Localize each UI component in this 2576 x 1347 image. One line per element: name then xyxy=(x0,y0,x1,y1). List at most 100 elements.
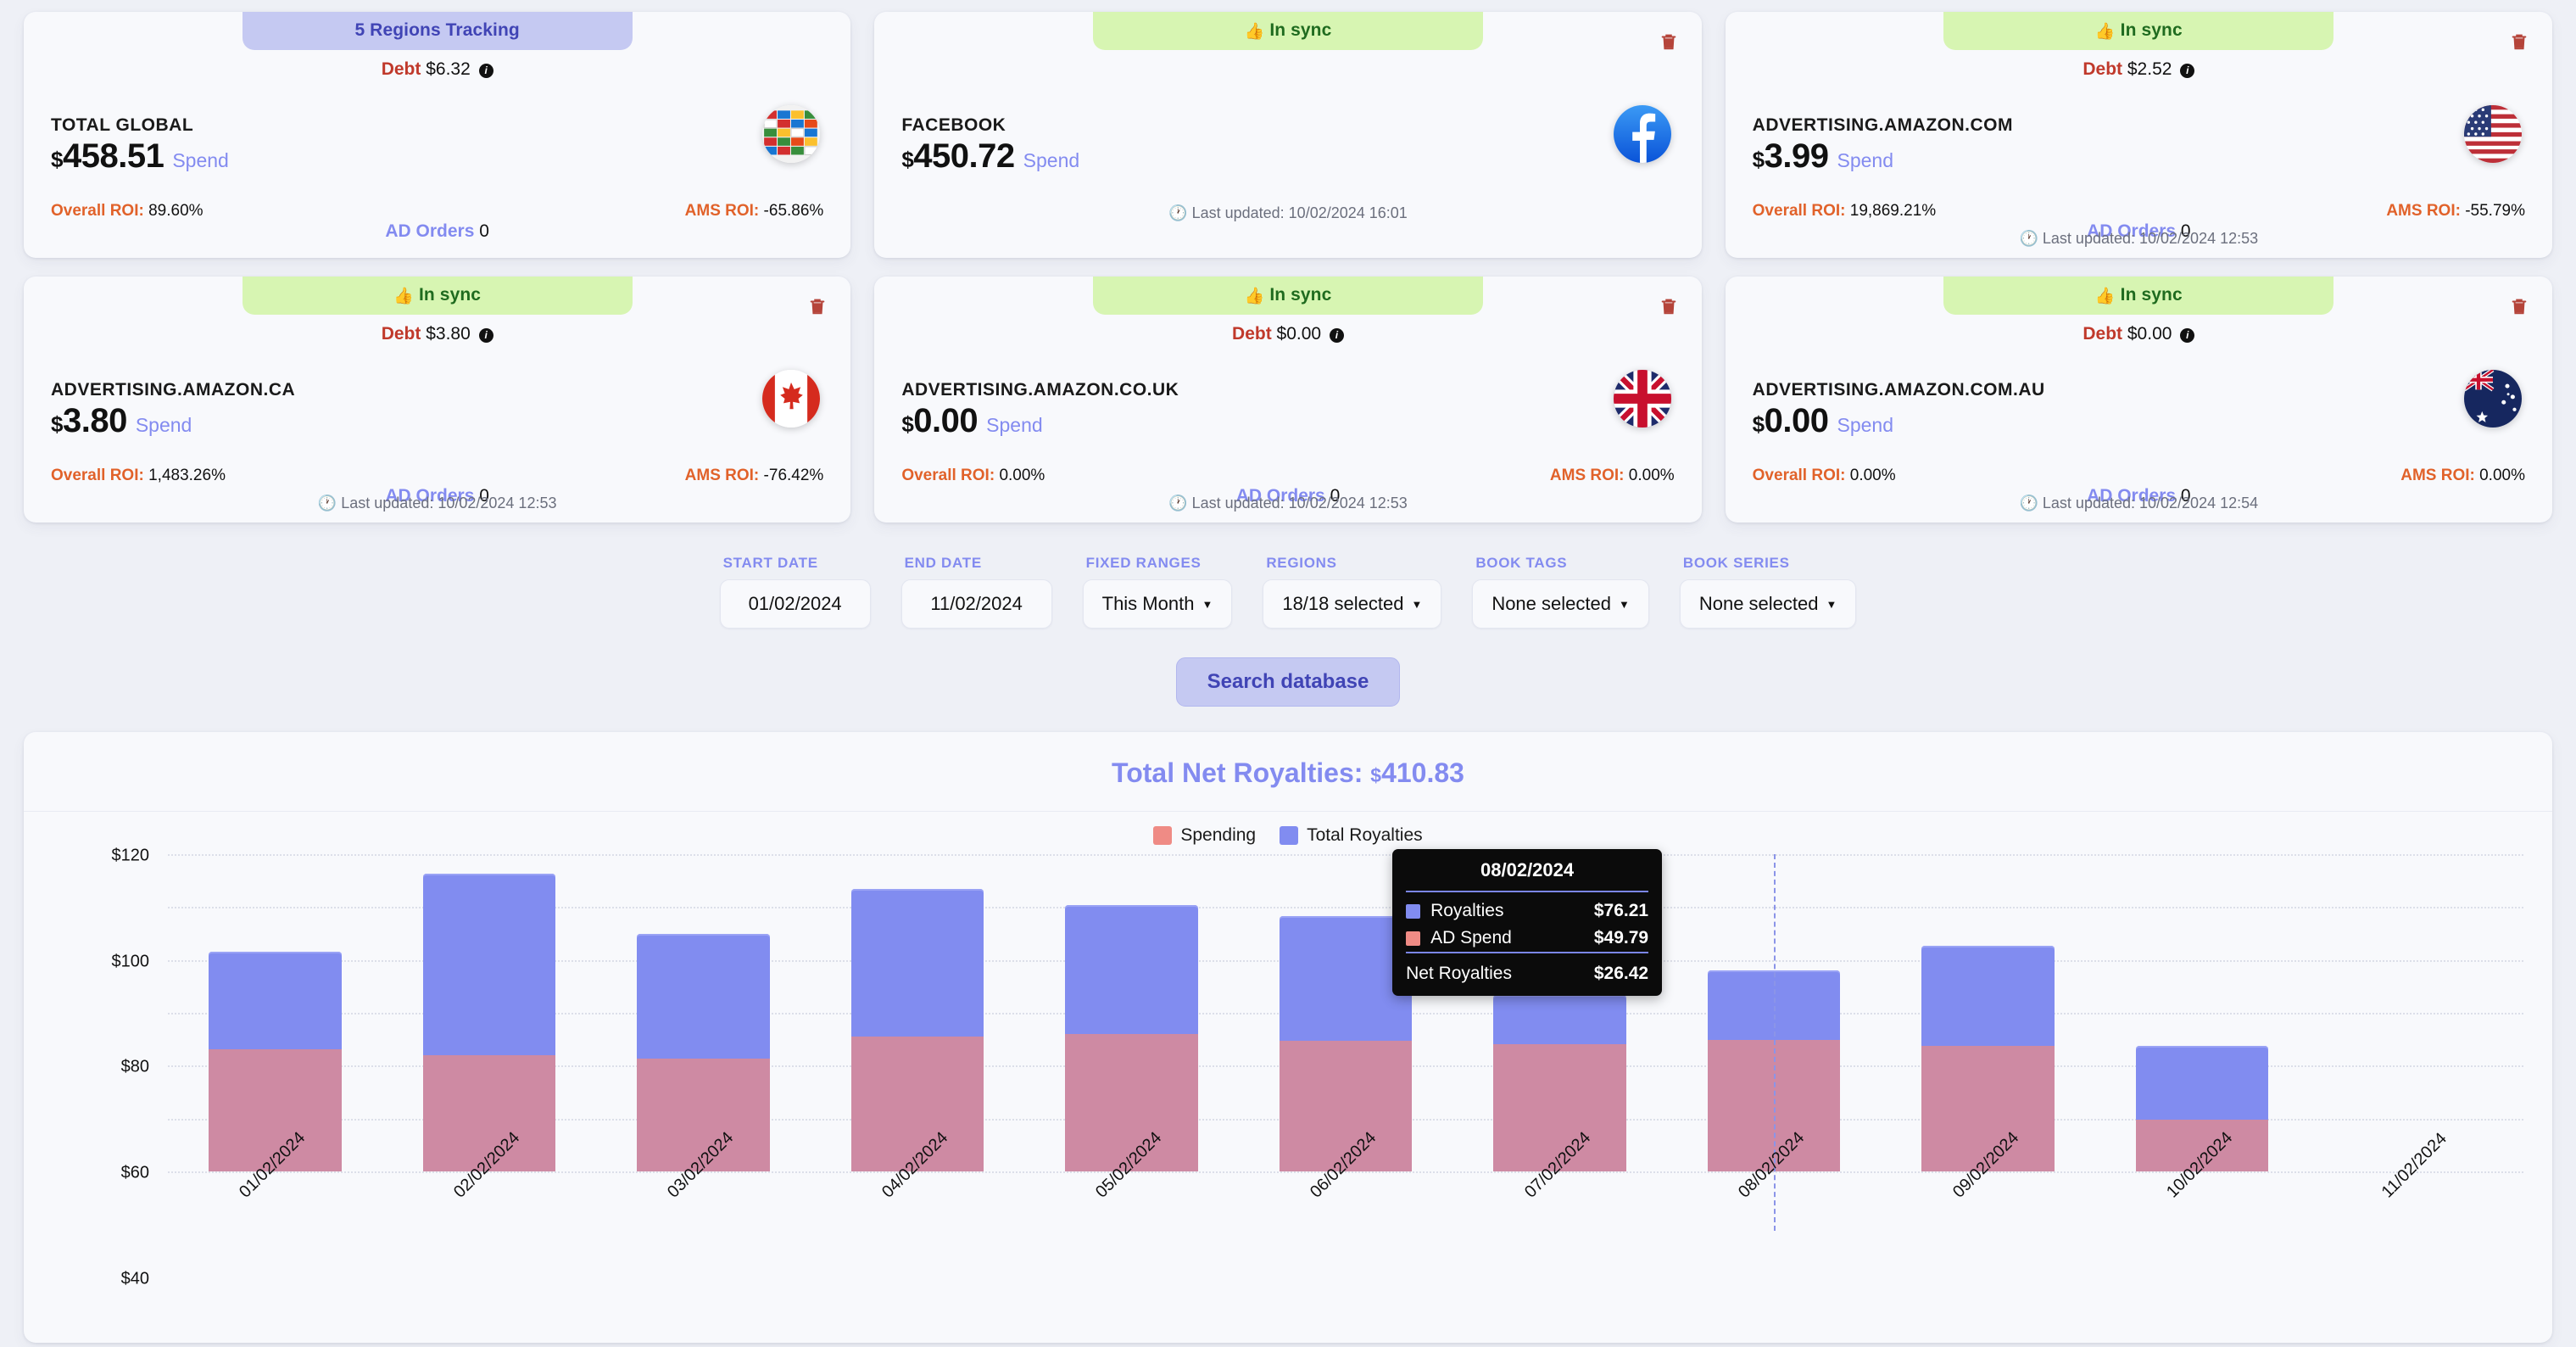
overall-roi-value: 19,869.21% xyxy=(1849,202,1937,220)
start-date-label: START DATE xyxy=(722,555,818,571)
bar-segment-total-royalties[interactable] xyxy=(1065,905,1198,1034)
account-name: ADVERTISING.AMAZON.CA xyxy=(51,380,296,400)
overall-roi: Overall ROI: 1,483.26% xyxy=(51,467,226,485)
bar-segment-total-royalties[interactable] xyxy=(637,933,770,1059)
clock-icon: 🕐 xyxy=(1168,204,1188,221)
tooltip-swatch-ad-spend xyxy=(1406,931,1421,946)
chart-title-currency: $ xyxy=(1370,764,1382,786)
globe-flags-svg xyxy=(762,105,821,163)
filter-regions: REGIONS 18/18 selected ▼ xyxy=(1263,555,1442,629)
bar-segment-total-royalties[interactable] xyxy=(208,952,342,1049)
filters-bar: START DATE 01/02/2024 END DATE 11/02/202… xyxy=(24,555,2552,629)
info-icon[interactable]: i xyxy=(2180,328,2195,343)
bar-stack[interactable] xyxy=(637,854,770,1171)
bar-segment-total-royalties[interactable] xyxy=(2135,1045,2269,1120)
tooltip-divider-bottom xyxy=(1406,952,1649,953)
account-cards-grid: 5 Regions Tracking Debt $6.32 i TOTAL GL… xyxy=(24,0,2552,523)
search-database-button[interactable]: Search database xyxy=(1175,657,1401,707)
globe-flags-icon xyxy=(762,105,821,163)
delete-icon[interactable] xyxy=(2510,295,2529,317)
regions-tracking-badge[interactable]: 5 Regions Tracking xyxy=(242,12,633,50)
delete-icon[interactable] xyxy=(1659,295,1678,317)
trash-can-svg xyxy=(1661,299,1676,315)
bar-segment-total-royalties[interactable] xyxy=(1493,995,1626,1044)
account-card-amazon-ca[interactable]: 👍 In sync Debt $3.80 i ADVERTISING.AMAZON… xyxy=(24,277,851,523)
bar-slot[interactable] xyxy=(2309,854,2523,1171)
x-axis-label-slot: 10/02/2024 xyxy=(2095,1128,2310,1287)
delete-icon[interactable] xyxy=(808,295,827,317)
account-card-amazon-couk[interactable]: 👍 In sync Debt $0.00 i ADVERTISING.AMAZON… xyxy=(874,277,1702,523)
debt-label: Debt xyxy=(2083,59,2123,79)
bar-segment-total-royalties[interactable] xyxy=(422,874,556,1055)
bar-stack[interactable] xyxy=(1065,854,1198,1171)
end-date-input[interactable]: 11/02/2024 xyxy=(900,579,1052,629)
sync-status-badge[interactable]: 👍 In sync xyxy=(1943,12,2334,50)
ams-roi: AMS ROI: -55.79% xyxy=(2386,202,2525,221)
account-card-facebook[interactable]: 👍 In sync FACEBOOK $450.72 Spend 🕐 Last … xyxy=(874,12,1702,258)
sync-status-badge[interactable]: 👍 In sync xyxy=(1092,12,1483,50)
facebook-logo-svg xyxy=(1613,105,1671,163)
start-date-input[interactable]: 01/02/2024 xyxy=(719,579,871,629)
bar-slot[interactable] xyxy=(811,854,1025,1171)
info-icon[interactable]: i xyxy=(2180,64,2195,78)
ams-roi-value: -55.79% xyxy=(2465,202,2525,220)
bar-stack[interactable] xyxy=(2350,854,2483,1171)
book-tags-select[interactable]: None selected ▼ xyxy=(1472,579,1649,629)
last-updated: 🕐 Last updated: 10/02/2024 12:53 xyxy=(1726,230,2552,248)
bar-stack[interactable] xyxy=(850,854,984,1171)
sync-status-badge[interactable]: 👍 In sync xyxy=(1943,277,2334,315)
bar-slot[interactable] xyxy=(1881,854,2095,1171)
book-series-select[interactable]: None selected ▼ xyxy=(1679,579,1857,629)
debt-value: $0.00 xyxy=(1276,324,1322,344)
x-axis-label-slot: 01/02/2024 xyxy=(168,1128,382,1287)
sync-status-badge[interactable]: 👍 In sync xyxy=(242,277,633,315)
bar-slot[interactable] xyxy=(1024,854,1239,1171)
overall-roi: Overall ROI: 0.00% xyxy=(901,467,1045,485)
legend-item-total-royalties[interactable]: Total Royalties xyxy=(1280,825,1423,846)
currency-symbol: $ xyxy=(51,411,63,437)
bar-stack[interactable] xyxy=(2135,854,2269,1171)
thumbs-up-icon: 👍 xyxy=(1244,288,1265,305)
chevron-down-icon: ▼ xyxy=(1202,597,1213,611)
bar-segment-total-royalties[interactable] xyxy=(1921,946,2055,1046)
delete-icon[interactable] xyxy=(1659,31,1678,53)
bar-stack[interactable] xyxy=(1921,854,2055,1171)
debt-label: Debt xyxy=(381,324,421,344)
ams-roi-label: AMS ROI: xyxy=(684,202,760,220)
account-card-amazon-com[interactable]: 👍 In sync Debt $2.52 i ADVERTISING.AMAZON… xyxy=(1725,12,2552,258)
delete-icon[interactable] xyxy=(2510,31,2529,53)
info-icon[interactable]: i xyxy=(478,64,493,78)
overall-roi-label: Overall ROI: xyxy=(901,467,995,484)
regions-select[interactable]: 18/18 selected ▼ xyxy=(1263,579,1442,629)
account-card-total-global[interactable]: 5 Regions Tracking Debt $6.32 i TOTAL GL… xyxy=(24,12,851,258)
clock-icon: 🕐 xyxy=(2019,230,2038,247)
ad-orders-value: 0 xyxy=(479,221,489,241)
info-icon[interactable]: i xyxy=(478,328,493,343)
sync-status-badge[interactable]: 👍 In sync xyxy=(1092,277,1483,315)
canada-flag-svg xyxy=(762,370,821,428)
bar-slot[interactable] xyxy=(596,854,811,1171)
chart-plot-area: $0$20$40$60$80$100$120 xyxy=(112,847,2523,1288)
filter-end-date: END DATE 11/02/2024 xyxy=(900,555,1052,629)
ams-roi-value: -65.86% xyxy=(763,202,824,220)
account-card-amazon-comau[interactable]: 👍 In sync Debt $0.00 i ADVERTISING.AMAZON… xyxy=(1725,277,2552,523)
bar-slot[interactable] xyxy=(168,854,382,1171)
ams-roi: AMS ROI: 0.00% xyxy=(1550,467,1675,485)
legend-item-spending[interactable]: Spending xyxy=(1153,825,1256,846)
fixed-ranges-select[interactable]: This Month ▼ xyxy=(1082,579,1233,629)
chart-tooltip: 08/02/2024 Royalties $76.21 AD Spend $49… xyxy=(1392,849,1663,996)
bar-stack[interactable] xyxy=(422,854,556,1171)
tooltip-net-royalties-row: Net Royalties $26.42 xyxy=(1406,959,1648,984)
bar-stack[interactable] xyxy=(208,854,342,1171)
australia-flag-icon xyxy=(2463,370,2522,428)
info-icon[interactable]: i xyxy=(1329,328,1344,343)
bar-segment-total-royalties[interactable] xyxy=(850,889,984,1037)
fixed-ranges-value: This Month xyxy=(1101,593,1195,614)
spend-row: $3.99 Spend xyxy=(1753,137,1893,176)
sync-status-label: In sync xyxy=(1269,285,1332,305)
x-axis-label-slot: 06/02/2024 xyxy=(1239,1128,1453,1287)
last-updated-text: Last updated: 10/02/2024 16:01 xyxy=(1191,204,1408,221)
bar-slot[interactable] xyxy=(382,854,597,1171)
spend-amount-value: 450.72 xyxy=(913,137,1015,175)
bar-slot[interactable] xyxy=(2095,854,2310,1171)
